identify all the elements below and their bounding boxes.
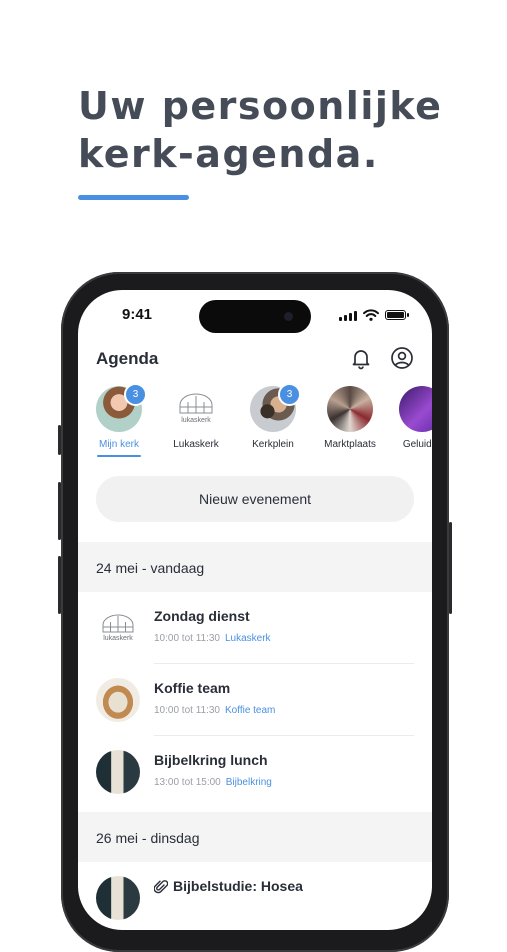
avatar: 3 <box>96 383 147 432</box>
event-time: 10:00 tot 11:30 <box>154 633 220 644</box>
circle-lukaskerk[interactable]: lukaskerk Lukaskerk <box>160 386 232 450</box>
dynamic-island <box>199 300 311 333</box>
phone-screen: 9:41 Agenda 3 Mijn kerk lukaskerk Lukask… <box>78 290 432 930</box>
church-window-icon: lukaskerk <box>179 393 213 424</box>
notification-badge: 3 <box>278 383 301 406</box>
camera-icon <box>284 312 293 321</box>
battery-icon <box>385 310 409 320</box>
user-circle-icon[interactable] <box>390 346 414 370</box>
page-title: Agenda <box>96 349 159 368</box>
circle-carousel: 3 Mijn kerk lukaskerk Lukaskerk 3 Kerkpl… <box>78 383 432 466</box>
event-group-link: Lukaskerk <box>224 633 271 644</box>
event-title: Koffie team <box>154 680 231 696</box>
hero-underline <box>78 195 189 200</box>
avatar <box>399 386 432 432</box>
signal-icon <box>339 310 357 321</box>
avatar <box>327 386 373 432</box>
circle-marktplaats[interactable]: Marktplaats <box>314 386 386 450</box>
event-time: 10:00 tot 11:30 <box>154 705 220 716</box>
event-group-link: Koffie team <box>224 705 276 716</box>
event-title: Bijbelstudie: Hosea <box>173 878 303 894</box>
side-button-volume-up <box>58 482 61 540</box>
side-button-power <box>449 522 452 614</box>
event-title: Zondag dienst <box>154 608 250 624</box>
circle-geluid[interactable]: Geluid & <box>386 386 432 450</box>
event-row[interactable]: Bijbelkring lunch 13:00 tot 15:00 Bijbelk… <box>78 736 432 808</box>
event-meta: 10:00 tot 11:30 Koffie team <box>154 705 275 716</box>
church-window-icon: lukaskerk <box>102 614 134 642</box>
date-section-header: 24 mei - vandaag <box>78 542 432 592</box>
logo-text: lukaskerk <box>181 417 211 424</box>
circle-label: Mijn kerk <box>98 439 139 450</box>
bell-icon[interactable] <box>349 346 373 370</box>
active-indicator <box>97 455 141 457</box>
lukaskerk-logo: lukaskerk <box>173 386 219 432</box>
circle-mijn-kerk[interactable]: 3 Mijn kerk <box>83 383 155 457</box>
event-row[interactable]: Bijbelstudie: Hosea <box>78 862 432 930</box>
circle-label: Kerkplein <box>252 439 294 450</box>
event-meta: 13:00 tot 15:00 Bijbelkring <box>154 777 272 788</box>
event-group-link: Bijbelkring <box>225 777 272 788</box>
event-thumbnail <box>96 678 140 722</box>
circle-kerkplein[interactable]: 3 Kerkplein <box>237 383 309 450</box>
paperclip-icon <box>154 880 168 894</box>
event-row[interactable]: Koffie team 10:00 tot 11:30 Koffie team <box>78 664 432 736</box>
event-thumbnail <box>96 750 140 794</box>
new-event-button[interactable]: Nieuw evenement <box>96 476 414 522</box>
event-thumbnail: lukaskerk <box>96 606 140 650</box>
event-title: Bijbelkring lunch <box>154 752 268 768</box>
circle-label: Geluid & <box>402 439 432 450</box>
side-button-volume-down <box>58 556 61 614</box>
circle-label: Lukaskerk <box>173 439 219 450</box>
hero-title: Uw persoonlijke kerk-agenda. <box>78 84 443 176</box>
status-icons <box>339 309 409 321</box>
logo-text: lukaskerk <box>103 635 133 642</box>
event-row[interactable]: lukaskerk Zondag dienst 10:00 tot 11:30 L… <box>78 592 432 664</box>
notification-badge: 3 <box>124 383 147 406</box>
wifi-icon <box>363 309 379 321</box>
circle-label: Marktplaats <box>324 439 376 450</box>
event-thumbnail <box>96 876 140 920</box>
side-button-mute <box>58 425 61 455</box>
event-time: 13:00 tot 15:00 <box>154 777 221 788</box>
avatar: 3 <box>250 383 301 432</box>
event-meta: 10:00 tot 11:30 Lukaskerk <box>154 633 271 644</box>
status-time: 9:41 <box>122 306 153 323</box>
date-section-header: 26 mei - dinsdag <box>78 812 432 862</box>
